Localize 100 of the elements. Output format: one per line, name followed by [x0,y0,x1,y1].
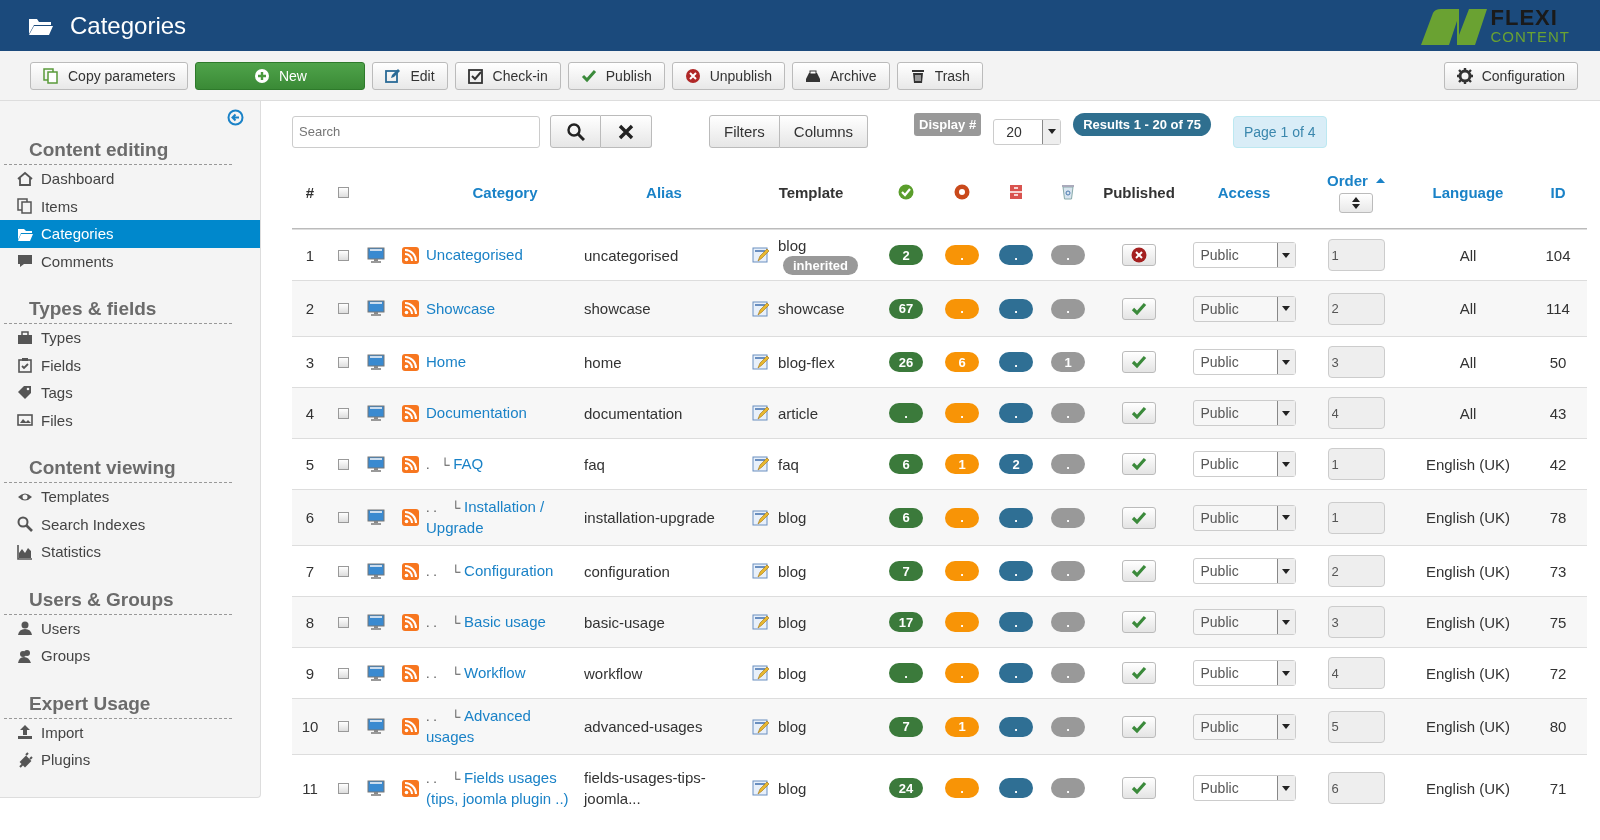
filter-button[interactable]: Filters [709,115,780,148]
category-title-link[interactable]: Home [426,352,472,372]
sidebar-item[interactable]: Groups [0,642,260,670]
column-header-link[interactable]: Alias [646,183,682,201]
rss-icon[interactable] [401,779,419,797]
column-header-link[interactable]: Order [1327,171,1368,189]
sort-button[interactable] [1339,192,1373,213]
published-toggle[interactable] [1122,351,1156,373]
order-field[interactable]: 1 [1327,501,1385,534]
rss-icon[interactable] [401,562,419,580]
category-title-link[interactable]: . └ FAQ [426,453,490,475]
access-select[interactable]: Public [1192,400,1296,426]
published-toggle[interactable] [1122,560,1156,582]
order-field[interactable]: 6 [1327,772,1385,804]
rss-icon[interactable] [401,509,419,526]
order-field[interactable]: 4 [1327,657,1385,689]
column-header-link[interactable]: Language [1432,183,1504,201]
rss-icon[interactable] [401,613,419,631]
access-select[interactable]: Public [1192,295,1296,322]
toolbar-button[interactable]: Check-in [454,61,561,90]
toolbar-button[interactable]: Publish [567,61,665,90]
access-select[interactable]: Public [1192,713,1296,740]
published-toggle[interactable] [1122,297,1156,320]
order-field[interactable]: 1 [1327,239,1385,271]
monitor-icon[interactable] [367,613,385,631]
monitor-icon[interactable] [367,509,385,526]
published-toggle[interactable] [1122,402,1156,424]
access-select[interactable]: Public [1192,451,1296,477]
toolbar-button[interactable]: Unpublish [671,61,785,90]
row-checkbox[interactable] [337,565,349,577]
sidebar-item[interactable]: Plugins [0,746,260,774]
order-field[interactable]: 3 [1327,606,1385,638]
edit-document-icon[interactable] [752,717,770,736]
monitor-icon[interactable] [367,300,385,317]
edit-document-icon[interactable] [752,299,770,318]
edit-document-icon[interactable] [752,246,770,264]
edit-document-icon[interactable] [752,613,770,631]
rss-icon[interactable] [401,455,419,473]
published-toggle[interactable] [1122,777,1156,799]
edit-document-icon[interactable] [752,455,770,473]
category-title-link[interactable]: . . └ Configuration [426,560,560,582]
display-select[interactable]: 20 [993,118,1062,145]
row-checkbox[interactable] [337,616,349,628]
row-checkbox[interactable] [337,356,349,368]
monitor-icon[interactable] [367,664,385,682]
edit-document-icon[interactable] [752,562,770,580]
category-title-link[interactable]: . . └ Installation / Upgrade [426,497,584,538]
published-toggle[interactable] [1122,662,1156,684]
edit-document-icon[interactable] [752,404,770,422]
monitor-icon[interactable] [367,455,385,473]
sidebar-item[interactable]: Fields [0,351,260,379]
published-toggle[interactable] [1122,453,1156,475]
edit-document-icon[interactable] [752,508,770,527]
category-title-link[interactable]: Showcase [426,298,502,319]
unpublished-toggle[interactable] [1122,244,1156,266]
search-field[interactable]: Search [292,115,540,148]
sidebar-item[interactable]: Search Indexes [0,510,260,538]
category-title-link[interactable]: . . └ Advanced usages [426,706,584,747]
toolbar-button[interactable]: Archive [791,61,890,90]
edit-document-icon[interactable] [752,779,770,797]
monitor-icon[interactable] [367,562,385,580]
published-toggle[interactable] [1122,715,1156,738]
sidebar-item[interactable]: Tags [0,379,260,407]
sidebar-item[interactable]: Comments [0,247,260,275]
sidebar-item[interactable]: Statistics [0,538,260,566]
configuration-button[interactable]: Configuration [1443,61,1578,90]
row-checkbox[interactable] [337,303,349,314]
access-select[interactable]: Public [1192,242,1296,268]
sidebar-item[interactable]: Items [0,192,260,220]
rss-icon[interactable] [401,300,419,317]
sidebar-item[interactable]: Categories [0,220,260,248]
category-title-link[interactable]: Uncategorised [426,245,529,265]
row-checkbox[interactable] [337,512,349,523]
access-select[interactable]: Public [1192,775,1296,801]
rss-icon[interactable] [401,246,419,264]
toolbar-button[interactable]: Edit [372,61,448,90]
row-checkbox[interactable] [337,458,349,470]
column-header-link[interactable]: Category [472,183,538,201]
select-all-checkbox[interactable] [337,186,349,198]
toolbar-button[interactable]: Trash [896,61,983,90]
sidebar-item[interactable]: Import [0,718,260,746]
monitor-icon[interactable] [367,404,385,422]
order-field[interactable]: 1 [1327,448,1385,480]
sidebar-item[interactable]: Users [0,614,260,642]
access-select[interactable]: Public [1192,609,1296,635]
edit-document-icon[interactable] [752,664,770,682]
toolbar-button[interactable]: New [195,61,366,90]
edit-document-icon[interactable] [752,353,770,371]
rss-icon[interactable] [401,718,419,735]
rss-icon[interactable] [401,353,419,371]
monitor-icon[interactable] [367,718,385,735]
category-title-link[interactable]: Documentation [426,403,533,423]
rss-icon[interactable] [401,664,419,682]
access-select[interactable]: Public [1192,660,1296,686]
sidebar-item[interactable]: Templates [0,483,260,511]
access-select[interactable]: Public [1192,558,1296,584]
row-checkbox[interactable] [337,667,349,679]
monitor-icon[interactable] [367,779,385,797]
row-checkbox[interactable] [337,407,349,419]
access-select[interactable]: Public [1192,504,1296,531]
